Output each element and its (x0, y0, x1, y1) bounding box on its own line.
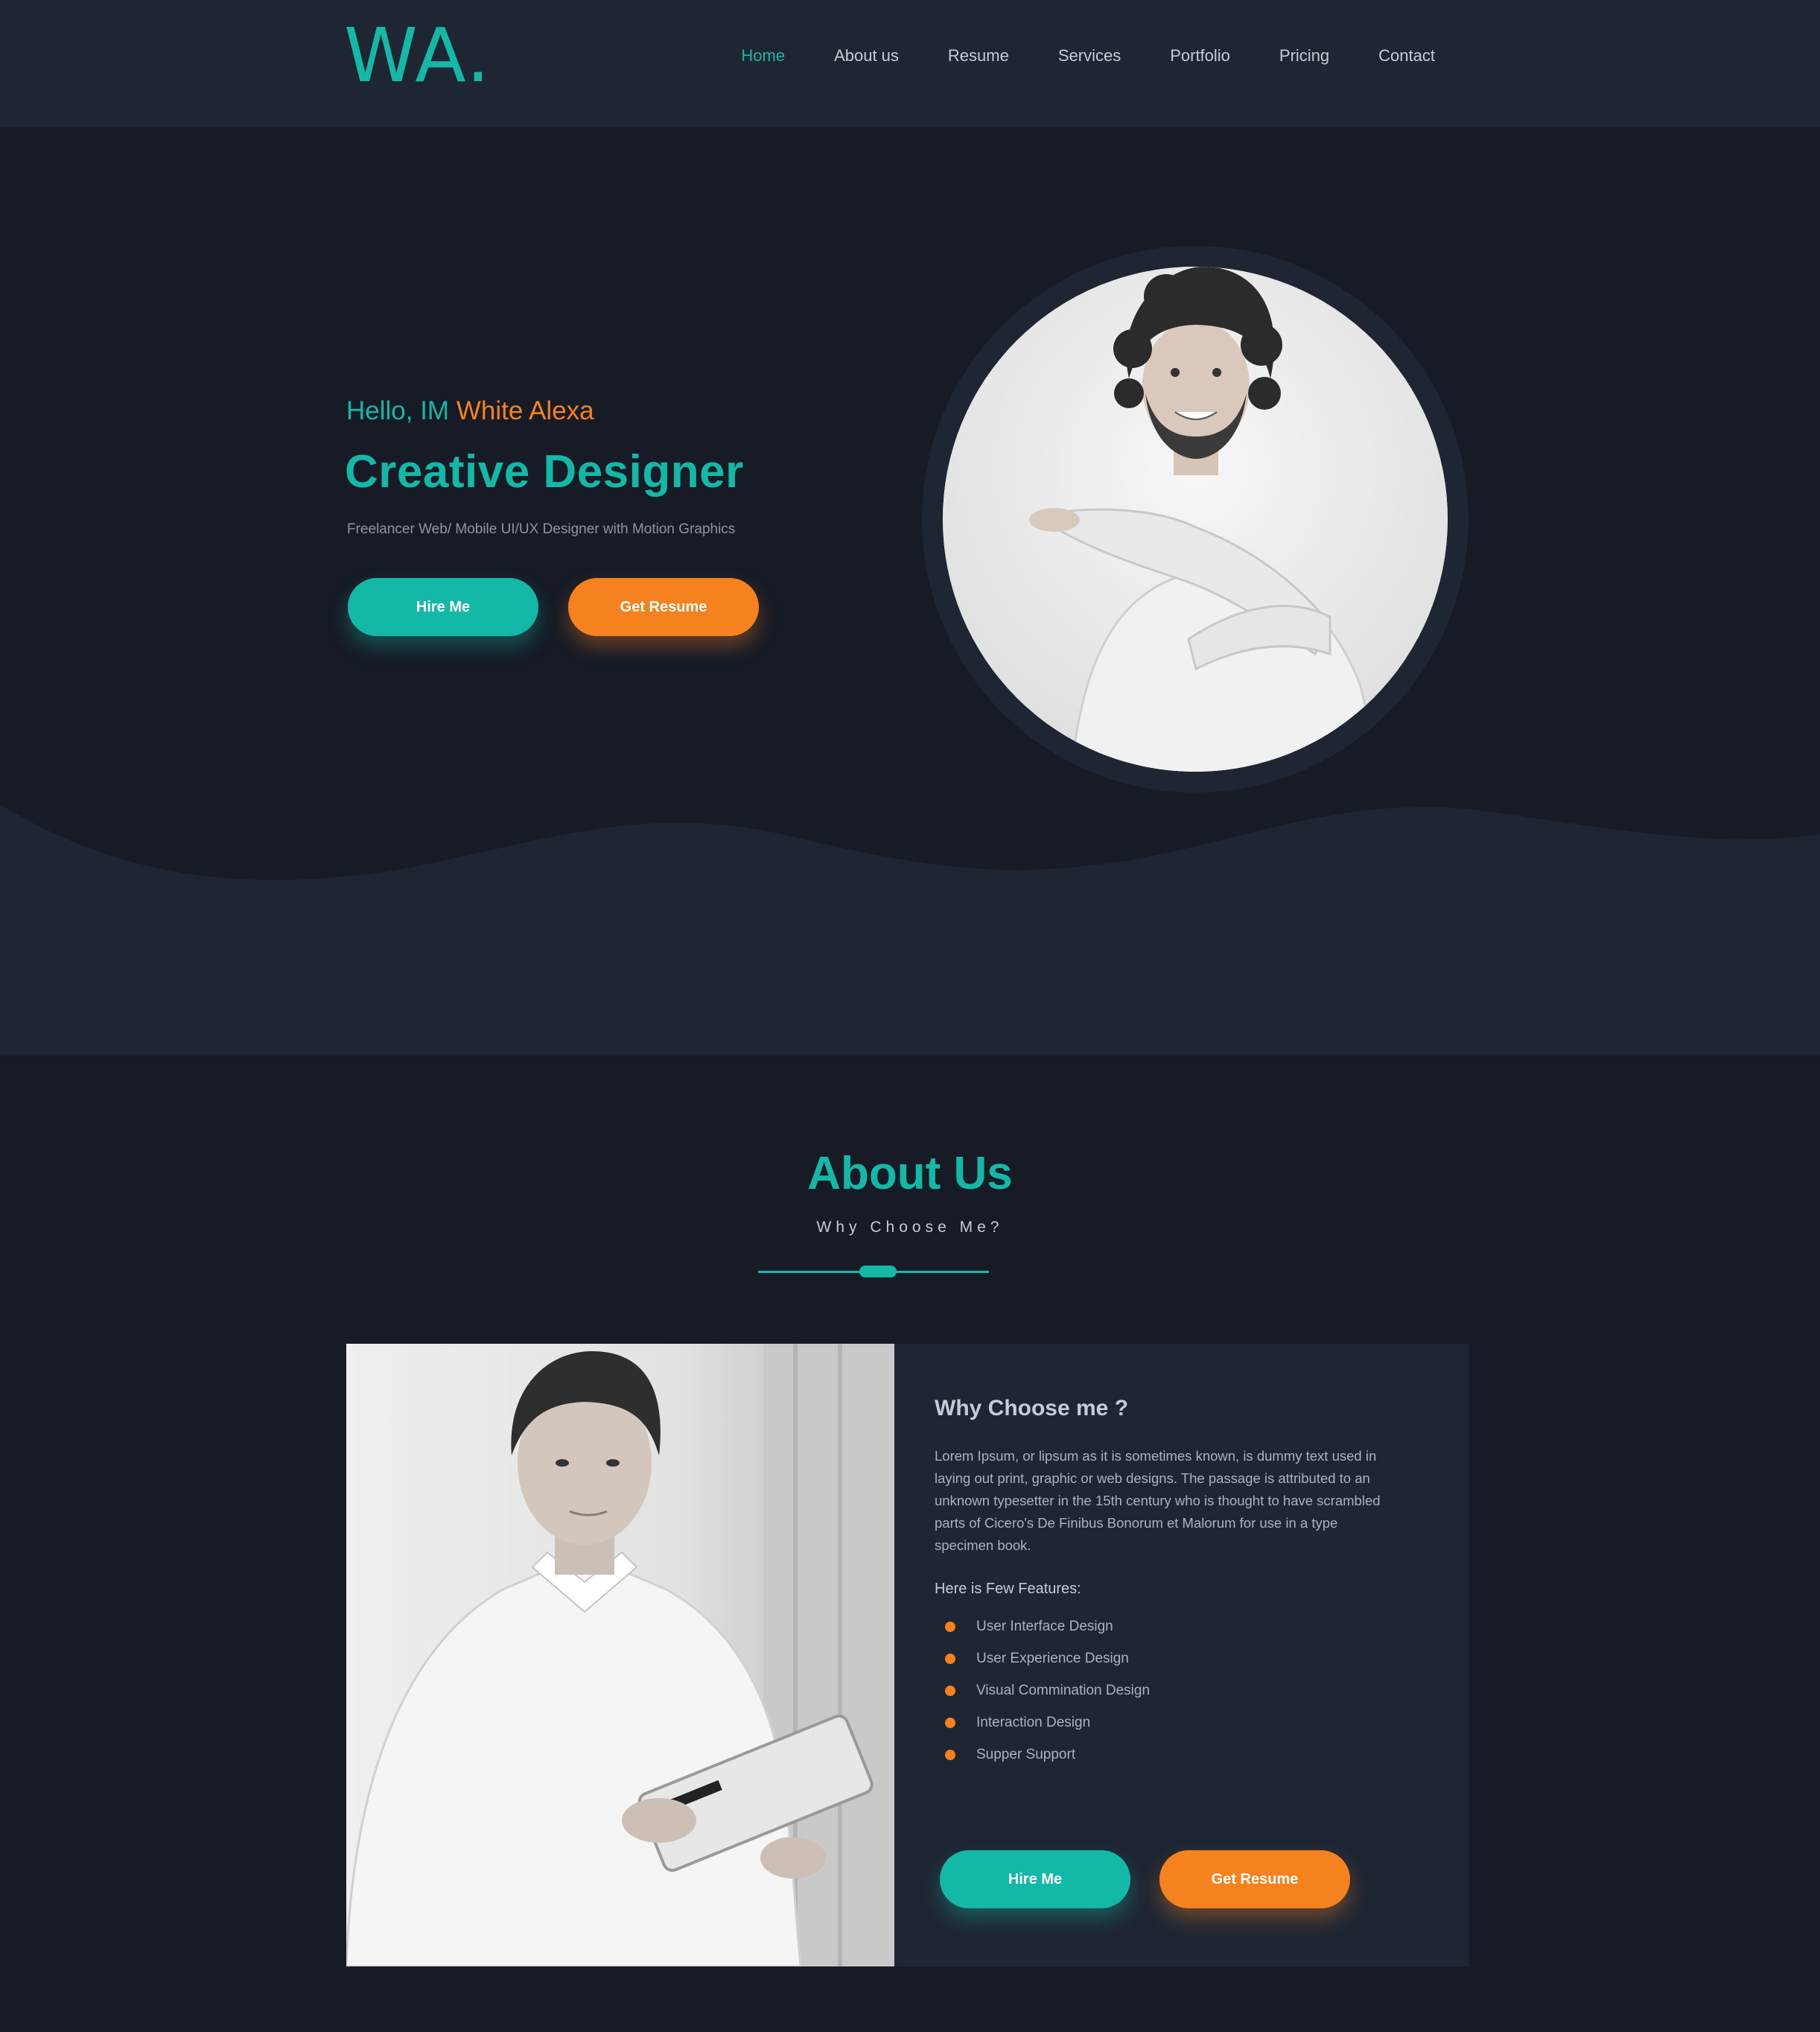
bullet-dot-icon (945, 1750, 955, 1760)
about-card: Why Choose me ? Lorem Ipsum, or lipsum a… (346, 1344, 1469, 1966)
section-divider (758, 1266, 989, 1277)
profile-photo (943, 267, 1448, 772)
about-hire-me-button[interactable]: Hire Me (940, 1850, 1130, 1908)
bullet-dot-icon (945, 1654, 955, 1664)
feature-text: Interaction Design (976, 1715, 1091, 1730)
bullet-dot-icon (945, 1686, 955, 1696)
nav-link-resume[interactable]: Resume (923, 39, 1034, 73)
hero-section: Hello, IM White Alexa Creative Designer … (0, 127, 1820, 1055)
hire-me-button[interactable]: Hire Me (348, 578, 538, 636)
hero-greeting-prefix: Hello, IM (346, 396, 450, 425)
nav-link-contact[interactable]: Contact (1354, 39, 1460, 73)
about-photo (346, 1344, 894, 1966)
feature-text: User Interface Design (976, 1619, 1113, 1634)
section-divider-dot (859, 1266, 897, 1277)
hero-name: White Alexa (456, 396, 594, 425)
feature-text: User Experience Design (976, 1651, 1129, 1666)
about-section-subtitle: Why Choose Me? (816, 1219, 1004, 1236)
nav-link-home[interactable]: Home (716, 39, 809, 73)
hero-greeting: Hello, IM White Alexa (346, 396, 594, 426)
about-section-title: About Us (807, 1148, 1013, 1199)
avatar-frame (922, 246, 1469, 793)
logo[interactable]: WA. (344, 15, 491, 97)
feature-item: User Interface Design (935, 1616, 1150, 1648)
nav-menu: Home About us Resume Services Portfolio … (716, 39, 1460, 73)
businessman-portrait-illustration (346, 1344, 894, 1966)
why-choose-title: Why Choose me ? (935, 1396, 1129, 1420)
hero-subtitle: Freelancer Web/ Mobile UI/UX Designer wi… (347, 521, 736, 537)
why-choose-description: Lorem Ipsum, or lipsum as it is sometime… (935, 1448, 1381, 1553)
bullet-dot-icon (945, 1718, 955, 1728)
nav-link-portfolio[interactable]: Portfolio (1145, 39, 1255, 73)
bullet-dot-icon (945, 1622, 955, 1632)
hero-title: Creative Designer (345, 446, 744, 498)
get-resume-button[interactable]: Get Resume (568, 578, 759, 636)
nav-link-about[interactable]: About us (809, 39, 923, 73)
features-label: Here is Few Features: (935, 1581, 1081, 1597)
wave-divider (0, 804, 1820, 1055)
person-portrait-illustration (943, 267, 1448, 772)
feature-item: User Experience Design (935, 1648, 1150, 1680)
feature-item: Visual Commination Design (935, 1680, 1150, 1712)
feature-text: Supper Support (976, 1747, 1076, 1762)
nav-link-services[interactable]: Services (1034, 39, 1145, 73)
nav-link-pricing[interactable]: Pricing (1255, 39, 1354, 73)
features-list: User Interface Design User Experience De… (935, 1616, 1150, 1777)
about-get-resume-button[interactable]: Get Resume (1159, 1850, 1350, 1908)
feature-item: Interaction Design (935, 1712, 1150, 1744)
feature-text: Visual Commination Design (976, 1683, 1151, 1698)
page: WA. Home About us Resume Services Portfo… (0, 0, 1820, 2032)
navbar: WA. Home About us Resume Services Portfo… (0, 0, 1820, 127)
feature-item: Supper Support (935, 1744, 1150, 1777)
